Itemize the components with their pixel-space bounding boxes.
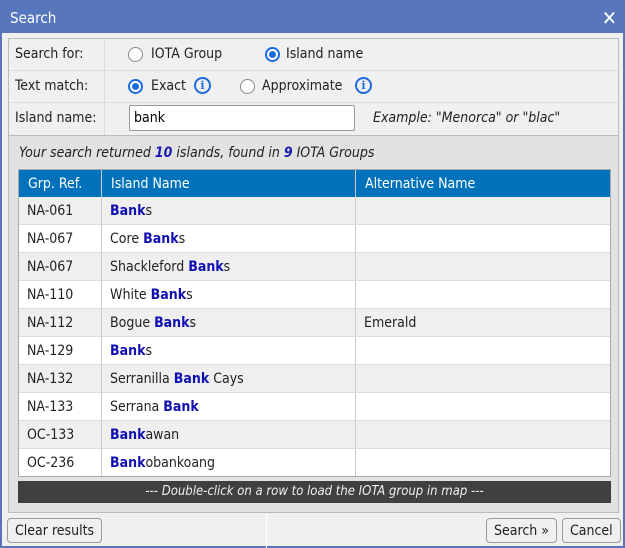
- grp-ref-cell: OC-236: [19, 449, 102, 476]
- island-name-cell: Banks: [102, 197, 356, 224]
- dialog-title: Search: [10, 9, 57, 27]
- grp-ref-cell: NA-112: [19, 309, 102, 336]
- island-name-label: Island name:: [9, 103, 105, 136]
- island-name-cell: Serrana Bank: [102, 393, 356, 420]
- table-row[interactable]: OC-236 Bankobankoang: [19, 449, 610, 476]
- grp-ref-cell: NA-133: [19, 393, 102, 420]
- table-row[interactable]: NA-067 Shackleford Banks: [19, 253, 610, 281]
- radio-approximate-label[interactable]: Approximate: [262, 78, 342, 94]
- alternative-name-cell: [356, 393, 610, 420]
- close-icon[interactable]: ✕: [602, 6, 617, 30]
- info-icon-exact[interactable]: i: [194, 77, 211, 94]
- match-highlight: Bank: [110, 427, 146, 443]
- match-highlight: Bank: [143, 231, 179, 247]
- grp-ref-cell: NA-110: [19, 281, 102, 308]
- group-count: 9: [283, 145, 293, 161]
- match-highlight: Bank: [150, 287, 187, 303]
- match-highlight: Bank: [173, 371, 210, 387]
- alternative-name-cell: [356, 449, 610, 476]
- island-name-cell: White Banks: [102, 281, 356, 308]
- island-name-cell: Banks: [102, 337, 356, 364]
- alternative-name-cell: Emerald: [364, 315, 417, 331]
- column-header-alternative-name[interactable]: Alternative Name: [356, 170, 610, 197]
- alternative-name-cell: [356, 197, 610, 224]
- table-row[interactable]: NA-067 Core Banks: [19, 225, 610, 253]
- button-bar: Clear results Search » Cancel: [2, 514, 623, 548]
- radio-approximate[interactable]: [240, 79, 255, 94]
- match-highlight: Bank: [110, 455, 146, 471]
- dialog-title-bar[interactable]: Search ✕: [2, 2, 623, 33]
- info-icon-approximate[interactable]: i: [355, 77, 372, 94]
- search-dialog: Search ✕ Search for: IOTA Group Island n…: [0, 0, 625, 548]
- search-form: Search for: IOTA Group Island name Text …: [8, 38, 619, 136]
- match-highlight: Bank: [110, 343, 146, 359]
- table-row[interactable]: NA-132 Serranilla Bank Cays: [19, 365, 610, 393]
- match-highlight: Bank: [163, 399, 199, 415]
- search-for-label: Search for:: [9, 39, 105, 70]
- match-highlight: Bank: [188, 259, 224, 275]
- match-highlight: Bank: [154, 315, 190, 331]
- clear-results-button[interactable]: Clear results: [7, 518, 103, 543]
- island-name-cell: Core Banks: [102, 225, 356, 252]
- grp-ref-cell: NA-132: [19, 365, 102, 392]
- grp-ref-cell: NA-067: [19, 253, 102, 280]
- table-row[interactable]: NA-112 Bogue Banks Emerald: [19, 309, 610, 337]
- table-row[interactable]: NA-061 Banks: [19, 197, 610, 225]
- alternative-name-cell: [356, 421, 610, 448]
- alternative-name-cell: [356, 365, 610, 392]
- table-row[interactable]: OC-133 Bankawan: [19, 421, 610, 449]
- table-row[interactable]: NA-133 Serrana Bank: [19, 393, 610, 421]
- table-header: Grp. Ref. Island Name Alternative Name: [19, 170, 610, 197]
- text-match-label: Text match:: [9, 71, 105, 102]
- results-table: Grp. Ref. Island Name Alternative Name N…: [18, 169, 611, 477]
- alternative-name-cell: [356, 281, 610, 308]
- results-summary: Your search returned 10 islands, found i…: [19, 145, 375, 161]
- alternative-name-cell: [356, 337, 610, 364]
- island-name-input[interactable]: [129, 105, 355, 131]
- table-footer-hint: --- Double-click on a row to load the IO…: [18, 481, 611, 503]
- island-name-cell: Bogue Banks: [102, 309, 356, 336]
- match-highlight: Bank: [110, 203, 146, 219]
- radio-exact-label[interactable]: Exact: [151, 78, 186, 94]
- island-count: 10: [154, 145, 173, 161]
- radio-iota-group-label[interactable]: IOTA Group: [151, 46, 222, 62]
- radio-exact[interactable]: [128, 79, 143, 94]
- island-name-cell: Bankobankoang: [102, 449, 356, 476]
- radio-iota-group[interactable]: [128, 47, 143, 62]
- alternative-name-cell: [356, 225, 610, 252]
- island-name-cell: Shackleford Banks: [102, 253, 356, 280]
- alternative-name-cell: [356, 253, 610, 280]
- island-name-cell: Bankawan: [102, 421, 356, 448]
- example-hint: Example: "Menorca" or "blac": [373, 110, 561, 126]
- grp-ref-cell: OC-133: [19, 421, 102, 448]
- radio-island-name[interactable]: [265, 47, 280, 62]
- grp-ref-cell: NA-129: [19, 337, 102, 364]
- island-name-cell: Serranilla Bank Cays: [102, 365, 356, 392]
- column-header-island-name[interactable]: Island Name: [102, 170, 356, 197]
- cancel-button[interactable]: Cancel: [562, 518, 621, 543]
- radio-island-name-label[interactable]: Island name: [286, 46, 363, 62]
- table-row[interactable]: NA-129 Banks: [19, 337, 610, 365]
- grp-ref-cell: NA-067: [19, 225, 102, 252]
- column-header-grp-ref[interactable]: Grp. Ref.: [19, 170, 102, 197]
- search-button[interactable]: Search »: [486, 518, 557, 543]
- grp-ref-cell: NA-061: [19, 197, 102, 224]
- results-panel: Your search returned 10 islands, found i…: [8, 135, 619, 513]
- table-row[interactable]: NA-110 White Banks: [19, 281, 610, 309]
